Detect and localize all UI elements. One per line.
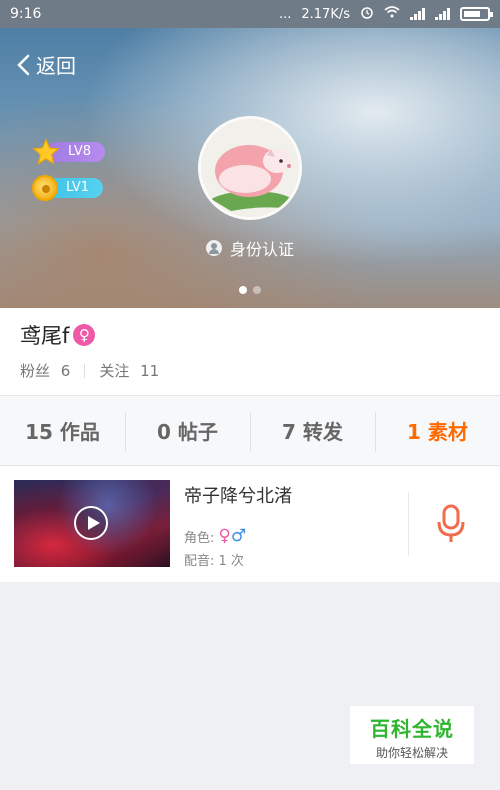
watermark-title: 百科全说: [370, 717, 454, 741]
level-badge-star: LV8: [32, 138, 105, 166]
following-count: 11: [140, 362, 160, 380]
wifi-icon: [384, 6, 400, 22]
dub-count: 配音: 1 次: [184, 554, 244, 569]
star-icon: [32, 138, 60, 165]
back-button[interactable]: 返回: [16, 50, 76, 79]
signal-icon: [410, 8, 425, 20]
carousel-dot-1[interactable]: [239, 286, 247, 294]
back-label: 返回: [36, 54, 76, 78]
name-row: 鸢尾f ♀: [20, 320, 480, 350]
male-icon: ♂: [230, 526, 247, 546]
material-title: 帝子降兮北渚: [184, 486, 292, 507]
tab-reposts[interactable]: 7 转发: [250, 412, 375, 452]
role-label: 角色:: [184, 530, 215, 546]
carousel-dots: [0, 286, 500, 294]
female-gender-icon: ♀: [73, 324, 96, 346]
fans-link[interactable]: 粉丝 6: [20, 360, 70, 381]
signal-icon-2: [435, 8, 450, 20]
material-item[interactable]: 帝子降兮北渚 角色: ♀ ♂ 配音: 1 次: [0, 466, 500, 582]
status-bar: 9:16 ... 2.17K/s: [0, 0, 500, 28]
video-thumbnail[interactable]: [14, 480, 170, 567]
female-icon: ♀: [218, 526, 231, 546]
verify-label: 身份认证: [229, 240, 294, 259]
alarm-icon: [360, 5, 374, 23]
following-label: 关注: [99, 362, 130, 380]
watermark-logo: 百科全说 助你轻松解决: [350, 706, 474, 764]
fans-count: 6: [60, 362, 71, 380]
follow-stats: 粉丝 6 关注 11: [20, 360, 480, 381]
battery-icon: [460, 7, 493, 21]
user-name: 鸢尾f: [20, 324, 70, 348]
profile-info: 鸢尾f ♀ 粉丝 6 关注 11: [0, 308, 500, 396]
tab-posts[interactable]: 0 帖子: [125, 412, 250, 452]
status-right: ... 2.17K/s: [278, 5, 493, 23]
play-icon[interactable]: [74, 506, 108, 540]
fans-label: 粉丝: [20, 362, 51, 380]
status-time: 9:16: [10, 6, 42, 22]
content-tabs: 15 作品 0 帖子 7 转发 1 素材: [0, 396, 500, 466]
carousel-dot-2[interactable]: [253, 286, 261, 294]
following-link[interactable]: 关注 11: [99, 360, 159, 381]
user-icon: [205, 240, 222, 256]
level-badge-coin: LV1: [32, 175, 103, 201]
identity-verify[interactable]: 身份认证: [0, 236, 500, 260]
divider: [84, 363, 86, 378]
back-arrow-icon: [17, 54, 30, 75]
dub-button[interactable]: [436, 504, 466, 548]
avatar-image: [201, 119, 299, 217]
divider: [408, 492, 409, 556]
status-dots: ...: [278, 6, 292, 22]
coin-icon: [32, 175, 58, 201]
network-speed: 2.17K/s: [301, 6, 350, 22]
tab-materials[interactable]: 1 素材: [375, 412, 500, 452]
profile-hero: 返回 LV8 LV1 身份认证: [0, 28, 500, 308]
watermark-subtitle: 助你轻松解决: [375, 746, 448, 760]
tab-works[interactable]: 15 作品: [0, 416, 125, 445]
avatar[interactable]: [198, 116, 302, 220]
microphone-icon: [437, 504, 465, 542]
material-role: 角色: ♀ ♂: [184, 526, 246, 546]
